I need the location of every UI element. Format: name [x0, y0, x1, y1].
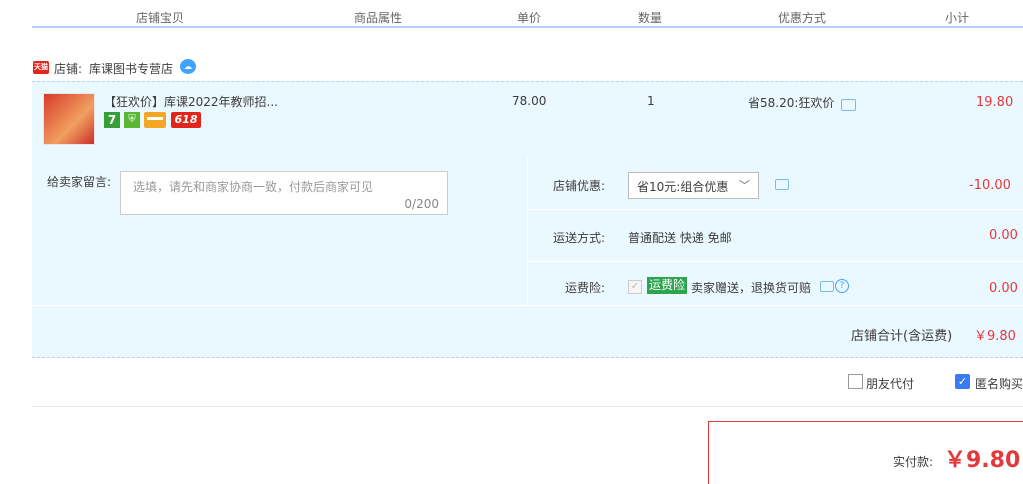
credit-card-icon — [144, 112, 166, 128]
quantity: 1 — [647, 94, 655, 108]
panel-divider — [528, 209, 1023, 210]
col-promo-header: 优惠方式 — [778, 11, 827, 25]
product-title-link[interactable]: 【狂欢价】库课2022年教师招... — [104, 93, 278, 110]
insurance-amount: 0.00 — [989, 281, 1018, 296]
col-attr-header: 商品属性 — [354, 11, 403, 25]
col-qty-header: 数量 — [638, 11, 663, 25]
comment-icon[interactable] — [841, 99, 856, 111]
shop-discount-label: 店铺优惠: — [553, 179, 606, 193]
insurance-checkbox[interactable]: ✓ — [628, 280, 642, 294]
shop-total-amount: ￥9.80 — [974, 329, 1016, 344]
promo-text: 省58.20:狂欢价 — [748, 96, 835, 110]
shipping-amount: 0.00 — [989, 228, 1018, 243]
order-table-header: 店铺宝贝 商品属性 单价 数量 优惠方式 小计 — [0, 0, 1023, 28]
options-divider — [32, 406, 1023, 407]
shop-label: 店铺: — [54, 62, 83, 76]
panel-divider — [528, 261, 1023, 262]
insurance-description: 卖家赠送，退换货可赔 — [691, 281, 812, 295]
shop-discount-select[interactable]: 省10元:组合优惠 ﹀ — [628, 172, 759, 199]
item-subtotal: 19.80 — [976, 95, 1014, 110]
insurance-label: 运费险: — [565, 281, 606, 295]
col-price-header: 单价 — [517, 11, 542, 25]
promo-618-icon: 618 — [171, 112, 201, 128]
seller-message-input[interactable]: 选填，请先和商家协商一致，付款后商家可见 0/200 — [120, 171, 448, 215]
friend-pay-checkbox[interactable] — [848, 374, 863, 389]
pay-amount: ￥9.80 — [944, 448, 1021, 473]
shop-discount-value: 省10元:组合优惠 — [637, 180, 729, 194]
shipping-label: 运送方式: — [553, 231, 606, 245]
panel-divider — [527, 157, 528, 305]
chevron-down-icon: ﹀ — [739, 179, 750, 192]
tmall-badge-icon: 天猫 — [33, 61, 49, 74]
message-label: 给卖家留言: — [47, 175, 112, 189]
message-char-count: 0/200 — [404, 197, 439, 211]
comment-icon[interactable] — [775, 179, 789, 190]
seven-day-return-icon: 7 — [104, 112, 120, 128]
shop-name-link[interactable]: 库课图书专营店 — [89, 60, 173, 77]
product-thumbnail[interactable] — [43, 93, 95, 145]
shop-total-label: 店铺合计(含运费) — [851, 329, 953, 344]
insurance-tag: 运费险 — [647, 277, 688, 294]
anonymous-label[interactable]: 匿名购买 — [975, 375, 1023, 392]
unit-price: 78.00 — [512, 94, 547, 108]
message-placeholder: 选填，请先和商家协商一致，付款后商家可见 — [133, 180, 374, 194]
shipping-method: 普通配送 快递 免邮 — [628, 231, 732, 245]
anonymous-checkbox[interactable]: ✓ — [955, 374, 970, 389]
shop-discount-amount: -10.00 — [969, 178, 1011, 193]
pay-label: 实付款: — [893, 455, 934, 469]
friend-pay-label[interactable]: 朋友代付 — [866, 375, 914, 392]
panel-divider — [32, 305, 1023, 306]
help-icon[interactable]: ? — [835, 279, 849, 293]
col-item-header: 店铺宝贝 — [136, 11, 185, 25]
comment-icon[interactable] — [820, 281, 834, 292]
col-subtotal-header: 小计 — [945, 11, 970, 25]
wangwang-chat-icon[interactable]: ☁ — [180, 59, 196, 74]
header-divider — [32, 26, 1023, 28]
shield-icon: ⛨ — [124, 112, 140, 128]
